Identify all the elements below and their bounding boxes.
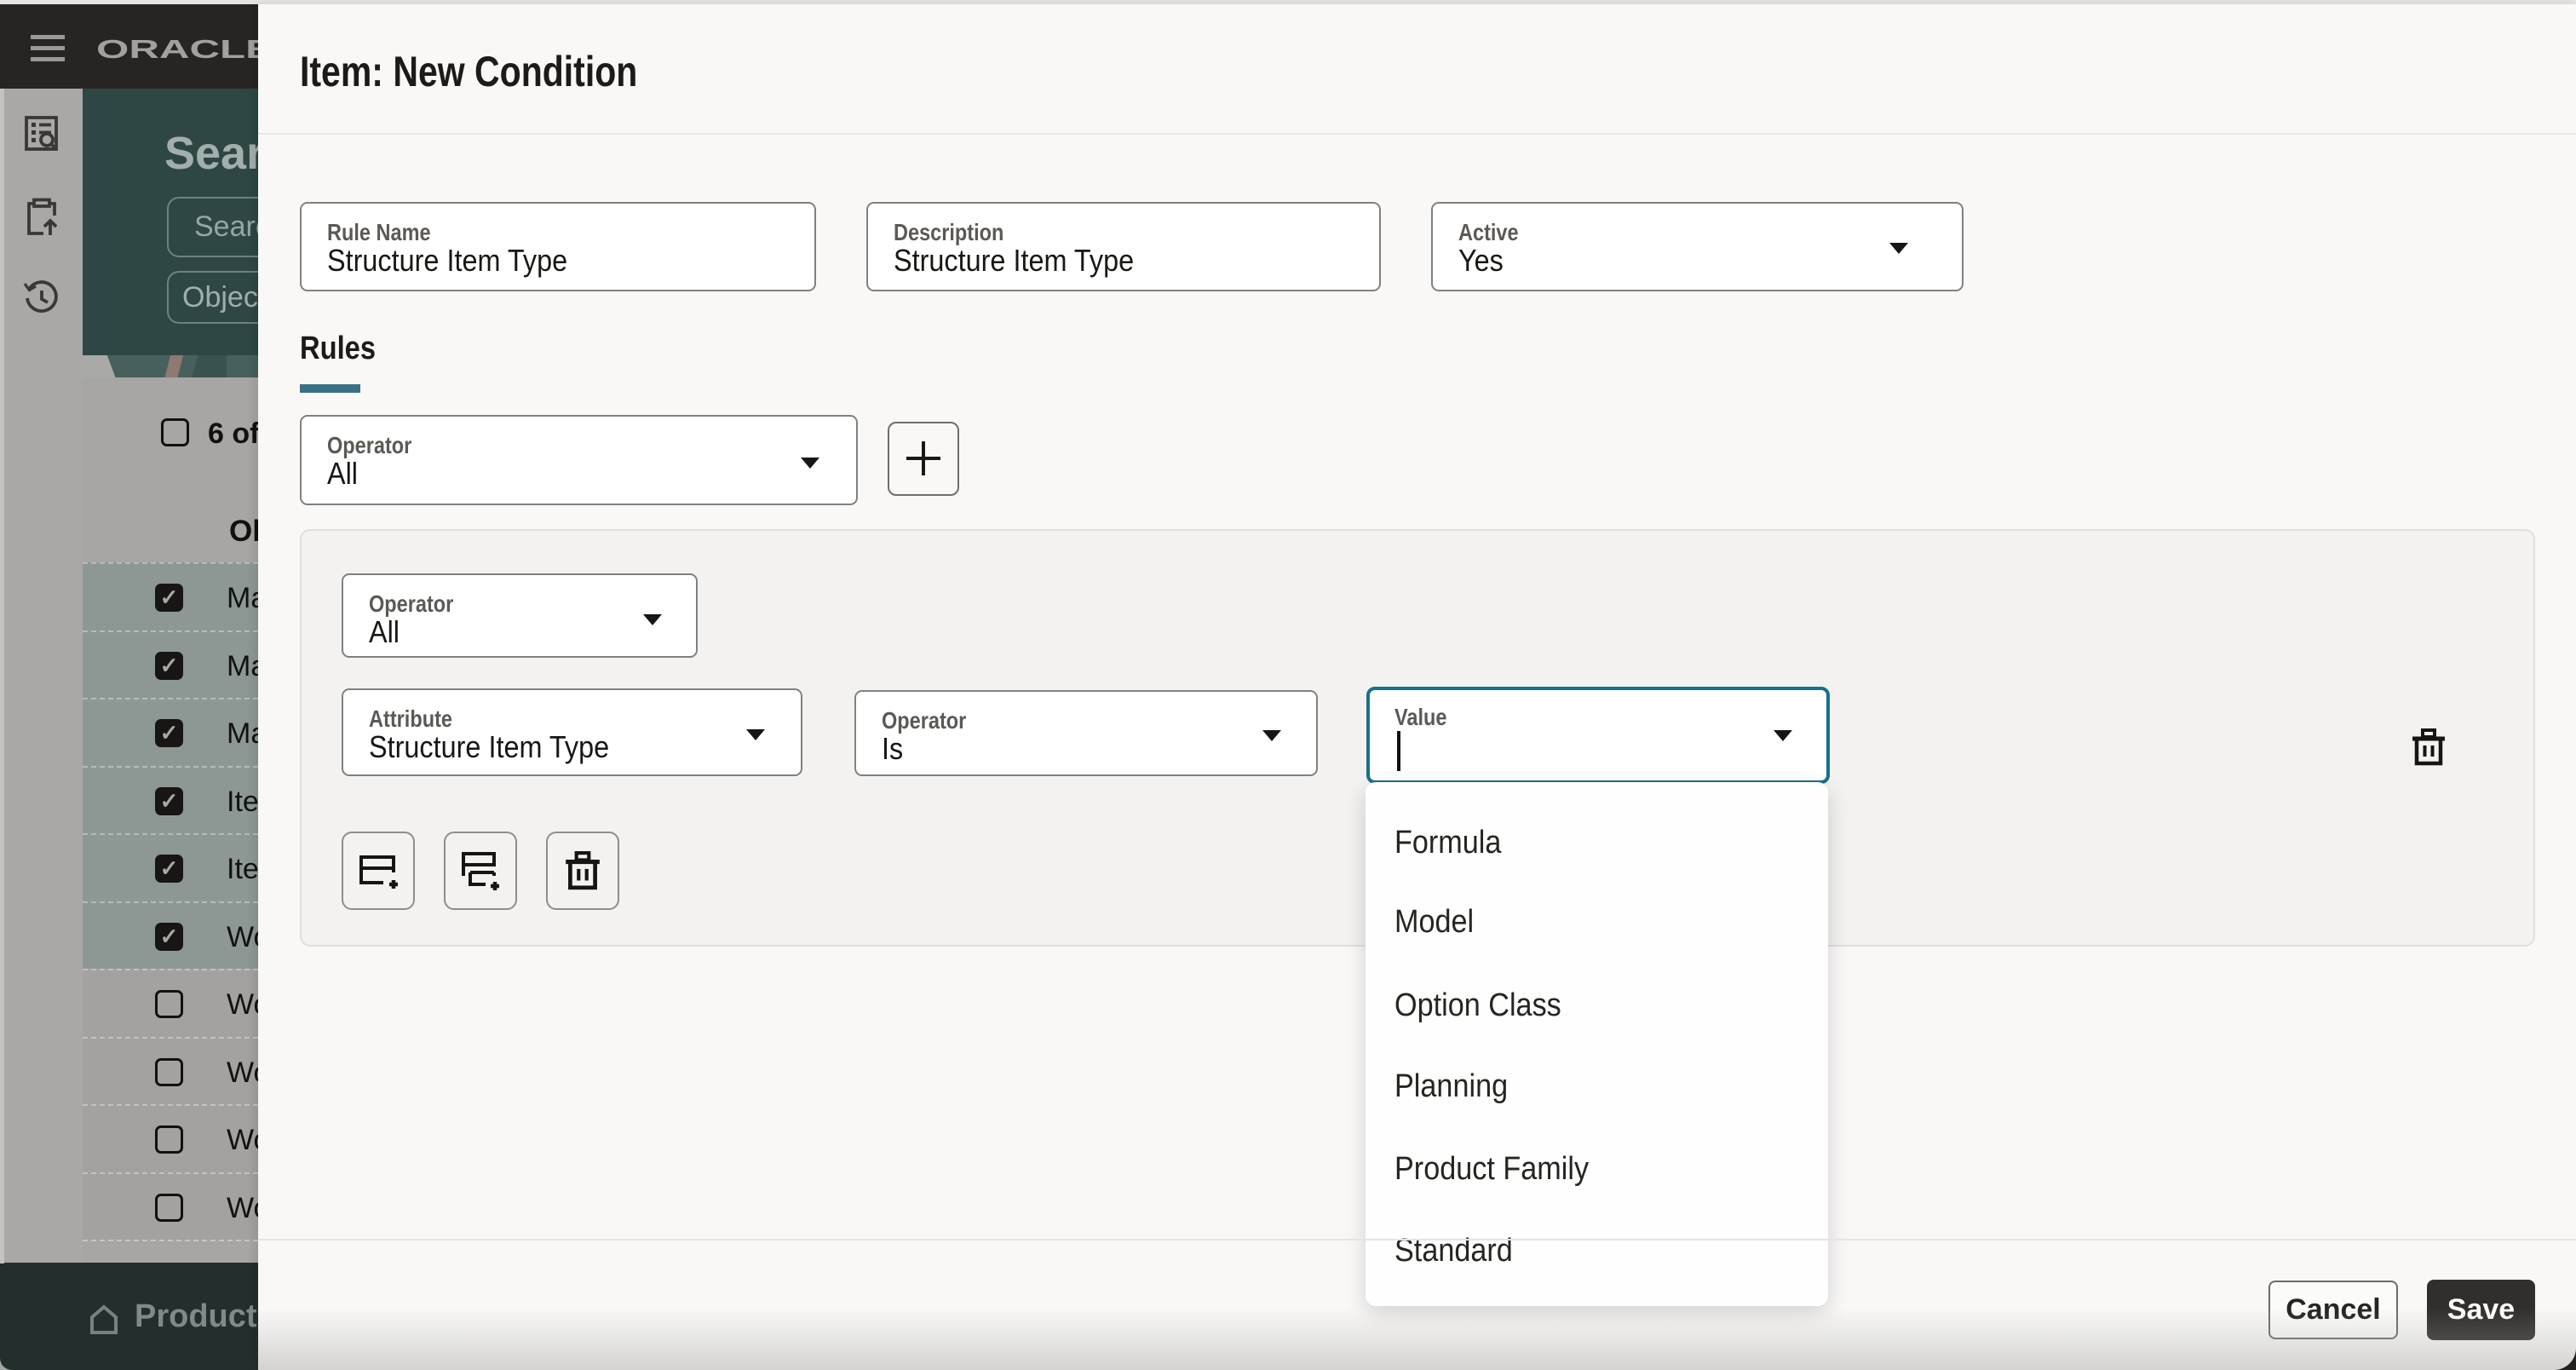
svg-text:ORACLE: ORACLE (96, 36, 258, 63)
